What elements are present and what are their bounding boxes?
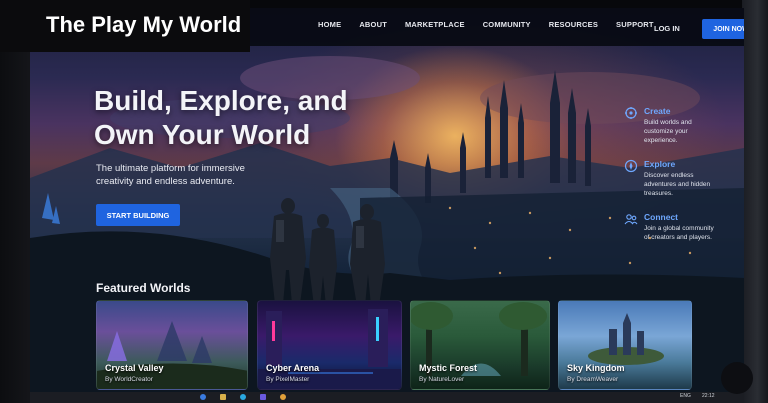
- featured-worlds-heading: Featured Worlds: [96, 281, 191, 295]
- feature-desc: Join a global community of creators and …: [644, 225, 714, 241]
- world-card-cyber-arena[interactable]: Cyber Arena By PixelMaster: [257, 300, 402, 390]
- nav-support[interactable]: SUPPORT: [616, 20, 654, 29]
- world-author: By NatureLover: [419, 376, 465, 383]
- photo-frame: HOME ABOUT MARKETPLACE COMMUNITY RESOURC…: [0, 0, 768, 403]
- world-author: By WorldCreator: [105, 376, 153, 383]
- world-name: Crystal Valley: [105, 363, 164, 373]
- world-name: Mystic Forest: [419, 363, 478, 373]
- feature-desc: Discover endless adventures and hidden t…: [644, 172, 711, 197]
- feature-title: Create: [644, 106, 671, 116]
- nav-links: HOME ABOUT MARKETPLACE COMMUNITY RESOURC…: [318, 20, 672, 29]
- start-building-button[interactable]: START BUILDING: [96, 204, 180, 226]
- os-taskbar: ENG 22:12: [30, 392, 744, 403]
- hero-title-line-2: Own Your World: [94, 119, 311, 150]
- feature-title: Connect: [644, 212, 678, 222]
- world-card-sky-kingdom[interactable]: Sky Kingdom By DreamWeaver: [558, 300, 692, 390]
- app-icon[interactable]: [280, 394, 286, 400]
- overlay-title-badge: The Play My World: [0, 0, 250, 52]
- world-name: Sky Kingdom: [567, 363, 625, 373]
- login-link[interactable]: LOG IN: [654, 24, 680, 33]
- join-now-button[interactable]: JOIN NOW: [702, 19, 744, 39]
- hero-title-line-1: Build, Explore, and: [94, 85, 348, 116]
- world-author: By DreamWeaver: [567, 376, 619, 383]
- nav-resources[interactable]: RESOURCES: [549, 20, 598, 29]
- screen: HOME ABOUT MARKETPLACE COMMUNITY RESOURC…: [30, 8, 744, 396]
- compass-icon: [624, 159, 638, 173]
- nav-community[interactable]: COMMUNITY: [483, 20, 531, 29]
- hero-title: Build, Explore, and Own Your World: [94, 84, 374, 152]
- taskbar-language[interactable]: ENG: [680, 393, 691, 399]
- monitor-bezel-right: [742, 0, 768, 403]
- hero-subtitle: The ultimate platform for immersive crea…: [96, 163, 245, 187]
- monitor-bezel-left: [0, 0, 32, 403]
- feature-desc: Build worlds and customize your experien…: [644, 119, 692, 144]
- folder-icon[interactable]: [220, 394, 226, 400]
- taskbar-clock[interactable]: 22:12: [702, 393, 715, 399]
- browser-icon[interactable]: [240, 394, 246, 400]
- feature-title: Explore: [644, 159, 676, 169]
- nav-about[interactable]: ABOUT: [359, 20, 387, 29]
- taskbar-app-icon[interactable]: [200, 394, 206, 400]
- world-author: By PixelMaster: [266, 376, 310, 383]
- overlay-title: The Play My World: [46, 12, 242, 37]
- nav-marketplace[interactable]: MARKETPLACE: [405, 20, 465, 29]
- world-card-crystal-valley[interactable]: Crystal Valley By WorldCreator: [96, 300, 248, 390]
- world-card-mystic-forest[interactable]: Mystic Forest By NatureLover: [410, 300, 550, 390]
- world-name: Cyber Arena: [266, 363, 320, 373]
- app-icon[interactable]: [260, 394, 266, 400]
- nav-home[interactable]: HOME: [318, 20, 341, 29]
- people-icon: [624, 214, 638, 225]
- corner-dot: [721, 362, 753, 394]
- create-icon: [625, 107, 637, 119]
